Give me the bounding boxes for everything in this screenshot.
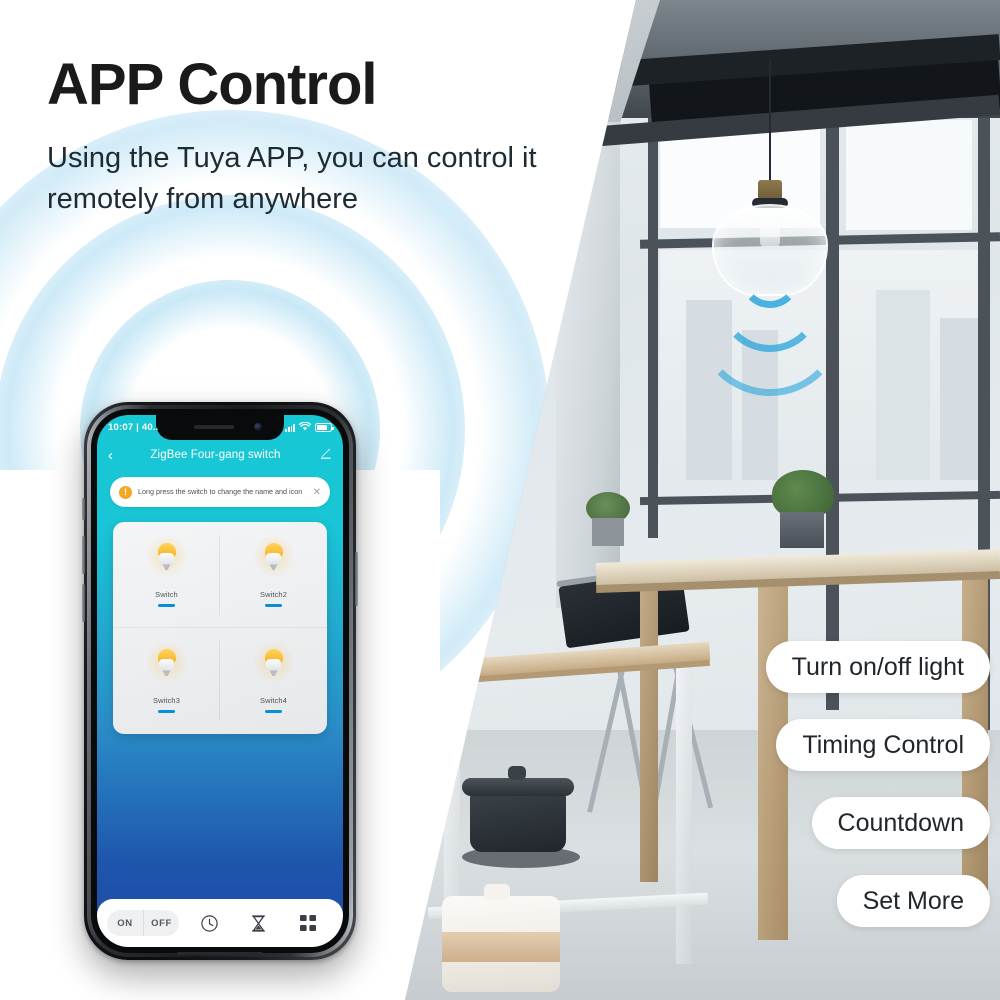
signal-bars-icon <box>285 423 295 432</box>
off-button[interactable]: OFF <box>143 910 179 936</box>
photo-building <box>876 290 930 480</box>
photo-table-leg <box>676 664 692 964</box>
feature-pill-turn-on-off-light: Turn on/off light <box>765 641 990 693</box>
photo-plant-pot <box>592 518 624 546</box>
feature-pill-list: Turn on/off light Timing Control Countdo… <box>765 641 1000 927</box>
page-title: APP Control <box>47 52 378 117</box>
on-off-toggle[interactable]: ON OFF <box>107 910 179 936</box>
pendant-lamp-cord <box>769 60 771 182</box>
phone-silent-switch[interactable] <box>82 498 85 520</box>
notification-text: Long press the switch to change the name… <box>138 487 303 497</box>
switch-label: Switch3 <box>153 696 180 706</box>
exclamation-circle-icon: ! <box>119 485 132 499</box>
wifi-waves-icon <box>696 248 844 396</box>
status-bar: 10:07 | 40.. <box>97 415 343 440</box>
page-subtitle: Using the Tuya APP, you can control it r… <box>47 142 537 216</box>
switch-tile-3[interactable]: Switch3 <box>113 628 220 734</box>
photo-rice-cooker-knob <box>484 884 510 900</box>
battery-icon <box>315 423 334 432</box>
phone-mockup: 10:07 | 40.. ‹ ZigBee Four-gang switch !… <box>82 402 358 960</box>
photo-window-frame <box>648 118 658 538</box>
bottom-toolbar: ON OFF <box>97 899 343 947</box>
switch-state-indicator <box>265 710 282 713</box>
light-bulb-icon <box>251 534 296 579</box>
switch-state-indicator <box>265 604 282 607</box>
app-title: ZigBee Four-gang switch <box>150 449 281 461</box>
switch-label: Switch <box>155 590 178 600</box>
close-x-icon[interactable]: ✕ <box>313 487 321 498</box>
switch-grid: Switch Switch2 Switch3 Switch4 <box>113 522 327 734</box>
pendant-lamp-socket <box>758 180 782 200</box>
app-header: ‹ ZigBee Four-gang switch <box>97 440 343 470</box>
clock-icon[interactable] <box>185 914 234 933</box>
phone-volume-down-button[interactable] <box>82 584 85 622</box>
home-indicator <box>177 951 263 955</box>
back-chevron-icon[interactable]: ‹ <box>108 448 113 463</box>
feature-pill-set-more: Set More <box>836 875 990 927</box>
photo-pot-lid <box>462 778 574 796</box>
wifi-icon <box>298 421 312 434</box>
switch-state-indicator <box>158 604 175 607</box>
photo-table-leg <box>640 582 658 882</box>
phone-power-button[interactable] <box>355 552 358 606</box>
grid-apps-icon[interactable] <box>284 914 333 932</box>
photo-plant <box>772 470 834 518</box>
status-icons <box>285 421 334 434</box>
light-bulb-icon <box>144 534 189 579</box>
phone-screen: 10:07 | 40.. ‹ ZigBee Four-gang switch !… <box>97 415 343 947</box>
photo-window-frame <box>826 70 839 710</box>
headline-block: APP Control Using the Tuya APP, you can … <box>47 56 587 220</box>
switch-tile-4[interactable]: Switch4 <box>220 628 327 734</box>
photo-window-pane <box>846 120 972 230</box>
pendant-lamp-bulb <box>760 220 780 250</box>
switch-label: Switch4 <box>260 696 287 706</box>
status-time: 10:07 | 40.. <box>108 422 159 433</box>
photo-cooking-pot <box>470 790 566 852</box>
pencil-edit-icon[interactable] <box>318 446 332 465</box>
light-bulb-icon <box>251 640 296 685</box>
feature-pill-timing-control: Timing Control <box>776 719 990 771</box>
switch-state-indicator <box>158 710 175 713</box>
photo-rice-cooker-band <box>442 932 560 962</box>
feature-pill-countdown: Countdown <box>811 797 990 849</box>
switch-tile-1[interactable]: Switch <box>113 522 220 628</box>
light-bulb-icon <box>144 640 189 685</box>
switch-tile-2[interactable]: Switch2 <box>220 522 327 628</box>
hourglass-icon[interactable] <box>234 914 283 933</box>
photo-pot-knob <box>508 766 526 780</box>
phone-volume-up-button[interactable] <box>82 536 85 574</box>
on-button[interactable]: ON <box>107 910 143 936</box>
photo-plant-pot <box>780 512 824 548</box>
switch-label: Switch2 <box>260 590 287 600</box>
notification-banner: ! Long press the switch to change the na… <box>110 477 330 507</box>
